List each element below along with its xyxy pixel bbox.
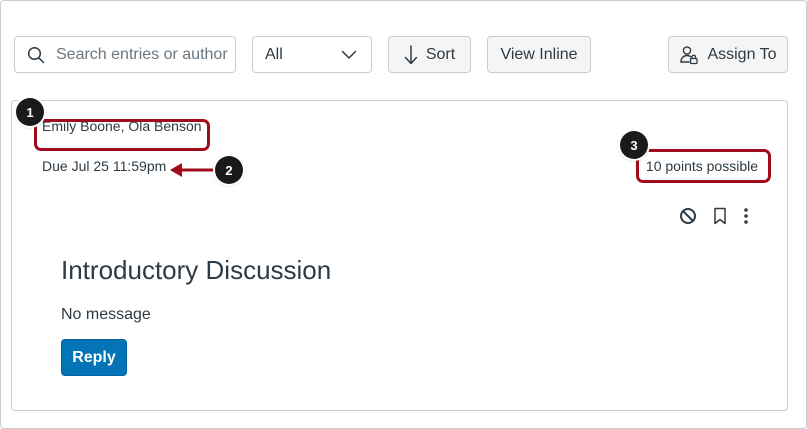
chevron-down-icon — [341, 50, 357, 59]
more-options-icon[interactable] — [743, 207, 749, 225]
filter-select[interactable]: All — [252, 36, 372, 73]
discussion-actions — [679, 206, 749, 226]
callout-highlight-points — [636, 149, 771, 183]
callout-badge-2: 2 — [215, 156, 243, 184]
callout-badge-3: 3 — [620, 131, 648, 159]
search-icon — [27, 46, 45, 63]
view-inline-button[interactable]: View Inline — [487, 36, 591, 73]
search-input[interactable] — [56, 45, 228, 64]
search-field[interactable] — [14, 36, 236, 73]
callout-badge-1: 1 — [16, 98, 44, 126]
assign-to-button-label: Assign To — [707, 45, 777, 63]
unpublish-icon[interactable] — [679, 207, 697, 225]
arrow-down-icon — [404, 44, 418, 64]
sort-button-label: Sort — [425, 45, 456, 63]
assign-user-icon — [680, 45, 699, 64]
reply-button[interactable]: Reply — [61, 339, 127, 376]
bookmark-icon[interactable] — [713, 207, 727, 225]
discussion-message: No message — [61, 306, 151, 323]
discussion-title: Introductory Discussion — [61, 255, 332, 285]
sort-button[interactable]: Sort — [388, 36, 471, 73]
due-date: Due Jul 25 11:59pm — [42, 158, 167, 174]
arrow-left-icon — [170, 163, 218, 177]
filter-select-value: All — [265, 45, 283, 63]
assign-to-button[interactable]: Assign To — [668, 36, 788, 73]
callout-highlight-authors — [34, 119, 210, 151]
view-inline-button-label: View Inline — [500, 45, 578, 63]
